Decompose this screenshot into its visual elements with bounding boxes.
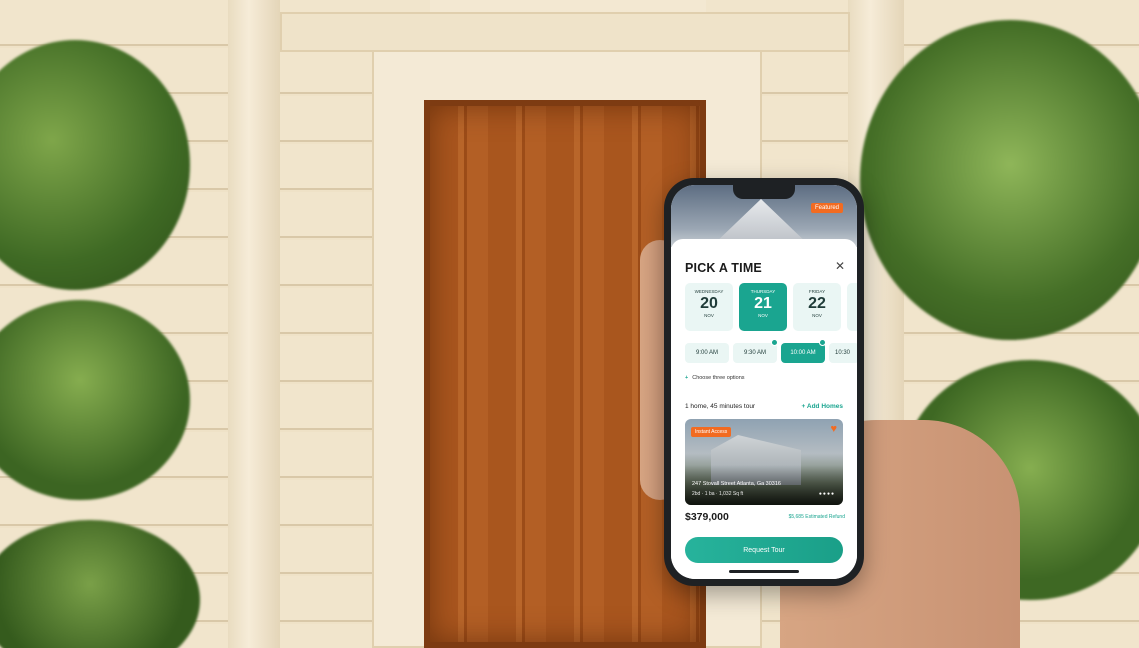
time-slot[interactable]: 9:30 AM xyxy=(733,343,777,363)
heart-icon[interactable]: ♥ xyxy=(830,423,837,435)
add-homes-link[interactable]: + Add Homes xyxy=(802,403,843,410)
tour-info: 1 home, 45 minutes tour xyxy=(685,403,756,410)
date-day: 20 xyxy=(700,295,718,312)
sheet-title: PICK A TIME xyxy=(685,261,762,275)
phone-screen: Featured PICK A TIME ✕ WEDNESDAY 20 NOV … xyxy=(671,185,857,579)
time-slot-partial[interactable]: 10:30 xyxy=(829,343,857,363)
date-month: NOV xyxy=(812,313,822,318)
home-indicator[interactable] xyxy=(729,570,799,573)
time-slot-selected[interactable]: 10:00 AM xyxy=(781,343,825,363)
date-month: NOV xyxy=(758,313,768,318)
listing-specs: 2bd · 1 ba · 1,032 Sq ft xyxy=(692,491,744,497)
listing-address: 247 Stovall Street Atlanta, Ga 30316 xyxy=(692,481,781,487)
listing-price: $379,000 xyxy=(685,511,729,523)
date-day: 22 xyxy=(808,295,826,312)
choose-options-hint: + Choose three options xyxy=(685,375,745,381)
smartphone: Featured PICK A TIME ✕ WEDNESDAY 20 NOV … xyxy=(664,178,864,586)
featured-badge: Featured xyxy=(810,203,843,213)
instant-access-badge: Instant Access xyxy=(691,427,732,437)
date-weekday: THURSDAY xyxy=(750,289,776,294)
porch-column-left xyxy=(228,0,280,648)
date-option[interactable]: FRIDAY 22 NOV xyxy=(793,283,841,331)
date-option-partial[interactable] xyxy=(847,283,857,331)
carousel-dots[interactable]: ●●●● xyxy=(819,491,835,497)
choose-label: Choose three options xyxy=(692,375,745,381)
slot-marker xyxy=(819,339,826,346)
date-weekday: WEDNESDAY xyxy=(694,289,724,294)
date-month: NOV xyxy=(704,313,714,318)
date-option-selected[interactable]: THURSDAY 21 NOV xyxy=(739,283,787,331)
listing-card[interactable]: Instant Access ♥ 247 Stovall Street Atla… xyxy=(685,419,843,505)
close-icon[interactable]: ✕ xyxy=(835,259,845,273)
date-day: 21 xyxy=(754,295,772,312)
time-slot[interactable]: 9:00 AM xyxy=(685,343,729,363)
plus-icon: + xyxy=(685,375,689,381)
pick-time-sheet: PICK A TIME ✕ WEDNESDAY 20 NOV THURSDAY … xyxy=(671,239,857,579)
photo-background: Featured PICK A TIME ✕ WEDNESDAY 20 NOV … xyxy=(0,0,1139,648)
date-option[interactable]: WEDNESDAY 20 NOV xyxy=(685,283,733,331)
phone-notch xyxy=(733,185,795,199)
date-weekday: FRIDAY xyxy=(808,289,826,294)
slot-marker xyxy=(771,339,778,346)
estimated-refund: $5,685 Estimated Refund xyxy=(788,514,845,520)
request-tour-button[interactable]: Request Tour xyxy=(685,537,843,563)
door-header xyxy=(280,12,850,52)
